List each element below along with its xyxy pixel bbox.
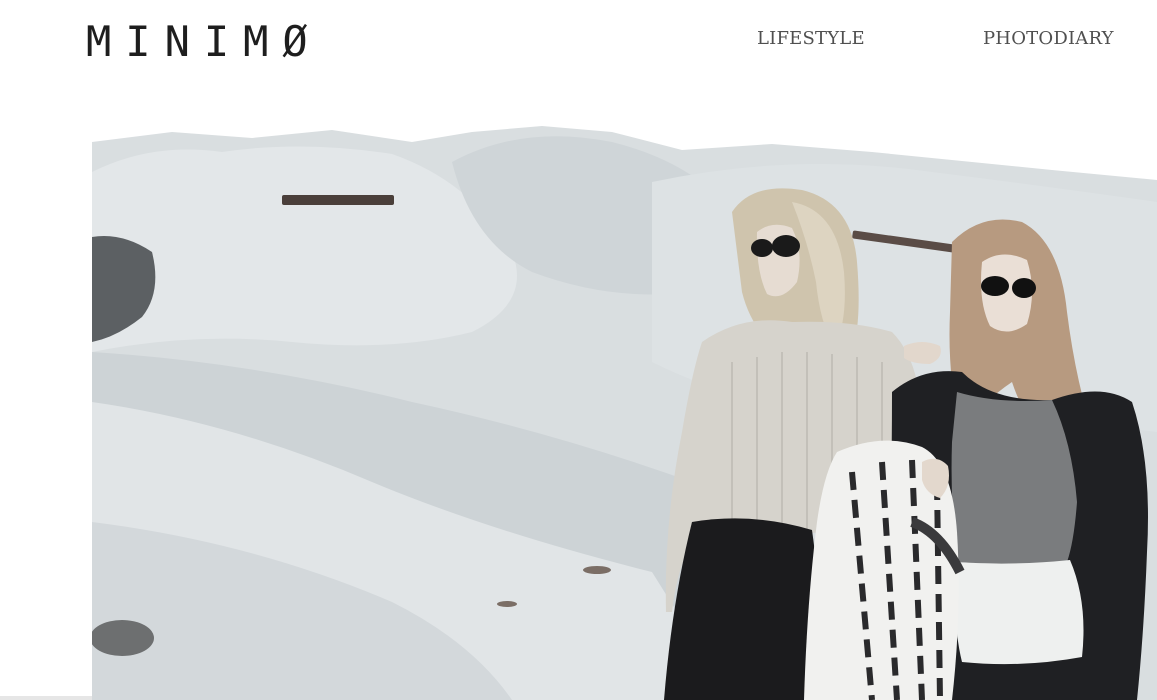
skirt: [664, 518, 827, 700]
pipe-left: [282, 195, 394, 205]
page: MINIMØ LIFESTYLE PHOTODIARY: [0, 0, 1157, 700]
nav-lifestyle[interactable]: LIFESTYLE: [757, 28, 865, 56]
hero-photo: [92, 102, 1157, 700]
divider: [0, 696, 92, 700]
sunglasses-right-r: [1012, 278, 1036, 298]
nav-photodiary[interactable]: PHOTODIARY: [983, 28, 1114, 56]
pebble-1: [583, 566, 611, 574]
hand-on-shoulder: [904, 342, 941, 364]
hero-image: [92, 102, 1157, 700]
sunglasses-left-l: [751, 239, 773, 257]
site-logo[interactable]: MINIMØ: [86, 14, 322, 70]
rock-small: [92, 620, 154, 656]
white-shirt: [955, 560, 1084, 665]
grey-top: [951, 392, 1077, 564]
sunglasses-left-r: [772, 235, 800, 257]
pebble-2: [497, 601, 517, 607]
sunglasses-right-l: [981, 276, 1009, 296]
